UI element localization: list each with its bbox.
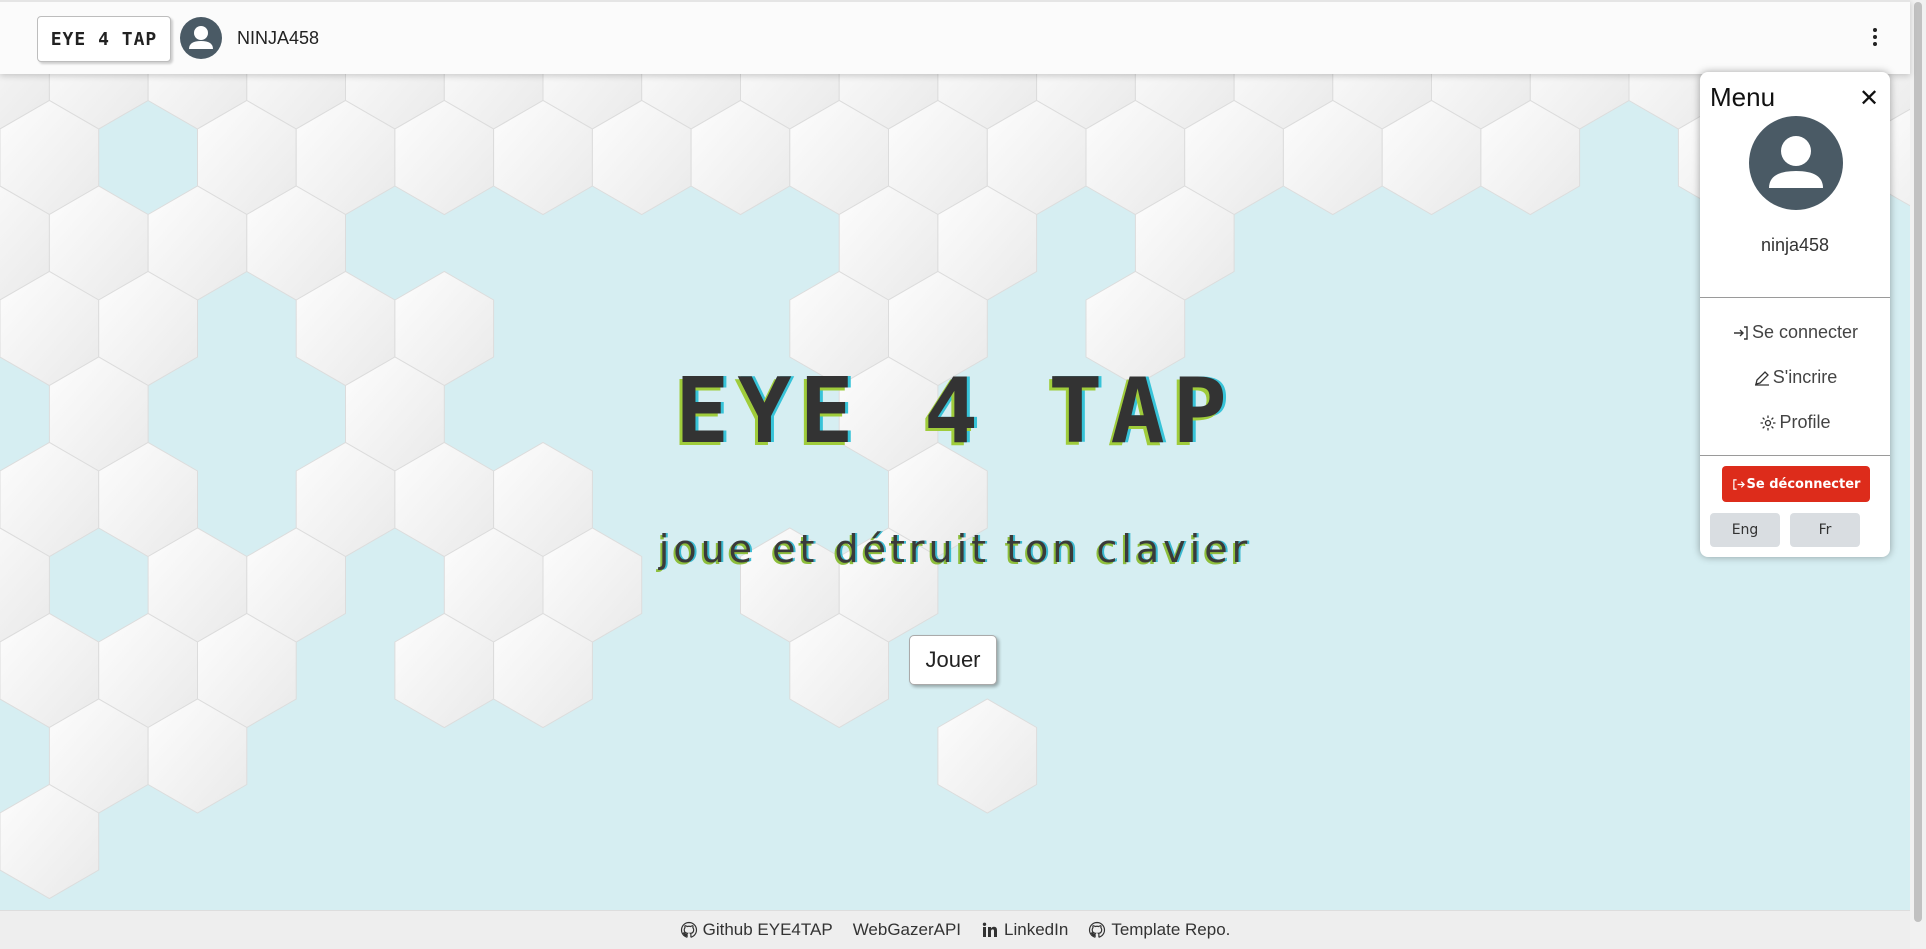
- menu-title: Menu: [1710, 82, 1776, 112]
- menu-item-profile[interactable]: Profile: [1700, 412, 1890, 433]
- side-menu-panel: Menu ✕ ninja458 Se connecter S'incrire P…: [1700, 72, 1890, 557]
- logout-label: Se déconnecter: [1746, 476, 1861, 492]
- gear-icon: [1760, 415, 1776, 430]
- user-icon: [189, 26, 213, 49]
- menu-item-login[interactable]: Se connecter: [1700, 322, 1890, 343]
- brand-logo[interactable]: EYE 4 TAP: [37, 16, 171, 62]
- login-icon: [1733, 325, 1748, 340]
- footer-link-label: LinkedIn: [1004, 920, 1069, 939]
- footer-link-linkedin[interactable]: LinkedIn: [981, 920, 1068, 940]
- github-icon: [1089, 921, 1106, 938]
- menu-divider: [1700, 455, 1890, 456]
- lang-french-button[interactable]: Fr: [1790, 513, 1860, 547]
- page-scrollbar[interactable]: [1910, 0, 1926, 948]
- footer-link-label: Template Repo.: [1111, 920, 1231, 939]
- menu-item-signup[interactable]: S'incrire: [1700, 367, 1890, 388]
- menu-avatar: [1749, 116, 1843, 210]
- footer-link-label: WebGazerAPI: [852, 920, 962, 939]
- avatar[interactable]: [180, 17, 222, 59]
- nav-username: NINJA458: [237, 28, 320, 48]
- kebab-menu-icon[interactable]: [1868, 26, 1882, 50]
- footer-link-template-repo[interactable]: Template Repo.: [1088, 920, 1230, 940]
- scrollbar-thumb[interactable]: [1914, 2, 1922, 922]
- linkedin-icon: [982, 922, 998, 937]
- logout-button[interactable]: Se déconnecter: [1722, 466, 1870, 502]
- lang-english-button[interactable]: Eng: [1710, 513, 1780, 547]
- pencil-icon: [1754, 370, 1769, 386]
- menu-divider: [1700, 297, 1890, 298]
- top-navbar: EYE 4 TAP NINJA458: [0, 0, 1910, 74]
- github-icon: [680, 921, 697, 938]
- menu-item-label: S'incrire: [1772, 367, 1838, 387]
- menu-item-label: Se connecter: [1751, 322, 1859, 342]
- menu-username: ninja458: [1760, 235, 1830, 255]
- footer-link-webgazer[interactable]: WebGazerAPI: [853, 920, 961, 940]
- hero-title: EYE 4 TAP: [675, 359, 1235, 464]
- close-icon[interactable]: ✕: [1856, 86, 1882, 112]
- user-icon: [1769, 136, 1823, 188]
- footer: Github EYE4TAP WebGazerAPI LinkedIn Temp…: [0, 910, 1910, 949]
- hexagon-background: [0, 72, 1910, 900]
- hero-section: EYE 4 TAP joue et détruit ton clavier Jo…: [0, 72, 1910, 910]
- hero-subtitle: joue et détruit ton clavier: [658, 527, 1252, 571]
- footer-link-label: Github EYE4TAP: [702, 920, 833, 939]
- play-button[interactable]: Jouer: [909, 635, 997, 685]
- logout-icon: [1732, 478, 1745, 490]
- footer-link-github[interactable]: Github EYE4TAP: [680, 920, 833, 940]
- menu-item-label: Profile: [1779, 412, 1831, 432]
